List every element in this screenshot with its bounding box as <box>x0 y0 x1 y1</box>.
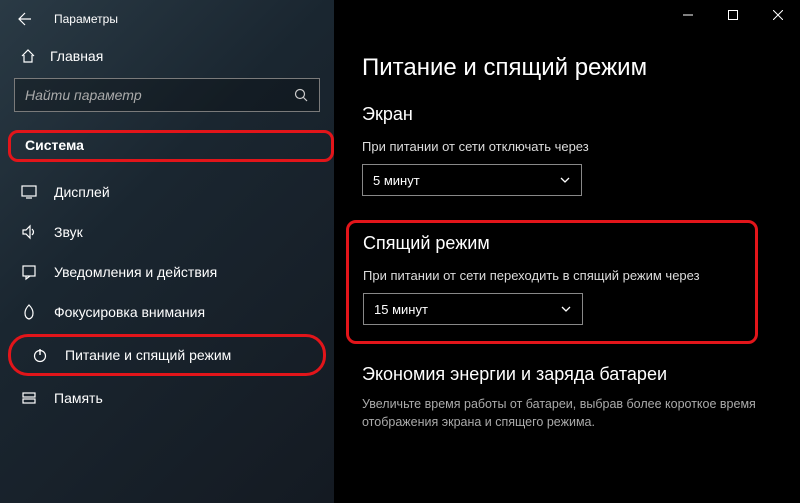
minimize-icon <box>683 10 693 20</box>
maximize-button[interactable] <box>710 0 755 30</box>
sidebar-item-storage[interactable]: Память <box>0 378 334 418</box>
focus-icon <box>20 303 38 321</box>
close-button[interactable] <box>755 0 800 30</box>
sidebar-item-display[interactable]: Дисплей <box>0 172 334 212</box>
battery-heading: Экономия энергии и заряда батареи <box>362 364 772 385</box>
sound-icon <box>20 223 38 241</box>
search-wrap <box>14 78 320 112</box>
sidebar-home-label: Главная <box>50 48 103 64</box>
sidebar-item-label: Дисплей <box>54 184 110 200</box>
battery-section: Экономия энергии и заряда батареи Увелич… <box>362 364 772 431</box>
content-inner: Питание и спящий режим Экран При питании… <box>334 8 800 431</box>
page-title: Питание и спящий режим <box>362 54 772 82</box>
screen-off-label: При питании от сети отключать через <box>362 139 772 154</box>
maximize-icon <box>728 10 738 20</box>
arrow-left-icon <box>17 11 33 27</box>
sidebar-category-label: Система <box>25 137 84 153</box>
sleep-heading: Спящий режим <box>363 233 741 254</box>
sleep-select[interactable]: 15 минут <box>363 293 583 325</box>
close-icon <box>773 10 783 20</box>
chevron-down-icon <box>559 174 571 186</box>
search-input[interactable] <box>14 78 320 112</box>
sidebar-item-label: Питание и спящий режим <box>65 347 231 363</box>
titlebar-label: Параметры <box>54 12 118 26</box>
sidebar-item-label: Память <box>54 390 103 406</box>
storage-icon <box>20 389 38 407</box>
sleep-section: Спящий режим При питании от сети переход… <box>346 220 758 344</box>
sidebar: Параметры Главная Система Дисплей Звук У… <box>0 0 334 503</box>
home-icon <box>20 48 36 64</box>
screen-off-select[interactable]: 5 минут <box>362 164 582 196</box>
sidebar-item-label: Фокусировка внимания <box>54 304 205 320</box>
sleep-label: При питании от сети переходить в спящий … <box>363 268 741 283</box>
sidebar-item-notifications[interactable]: Уведомления и действия <box>0 252 334 292</box>
window-controls <box>665 0 800 30</box>
sidebar-item-label: Звук <box>54 224 83 240</box>
back-button[interactable] <box>10 4 40 34</box>
screen-off-value: 5 минут <box>373 173 420 188</box>
power-icon <box>31 346 49 364</box>
search-field[interactable] <box>25 87 293 103</box>
titlebar: Параметры <box>0 0 334 38</box>
nav-list: Дисплей Звук Уведомления и действия Фоку… <box>0 168 334 418</box>
sleep-value: 15 минут <box>374 302 428 317</box>
minimize-button[interactable] <box>665 0 710 30</box>
chevron-down-icon <box>560 303 572 315</box>
display-icon <box>20 183 38 201</box>
sidebar-item-sound[interactable]: Звук <box>0 212 334 252</box>
search-icon <box>293 87 309 103</box>
screen-heading: Экран <box>362 104 772 125</box>
sidebar-item-label: Уведомления и действия <box>54 264 217 280</box>
sidebar-item-power-sleep[interactable]: Питание и спящий режим <box>8 334 326 376</box>
sidebar-category-system[interactable]: Система <box>8 130 334 162</box>
notifications-icon <box>20 263 38 281</box>
content: Питание и спящий режим Экран При питании… <box>334 0 800 503</box>
battery-desc: Увеличьте время работы от батареи, выбра… <box>362 395 772 431</box>
sidebar-item-focus[interactable]: Фокусировка внимания <box>0 292 334 332</box>
sidebar-home[interactable]: Главная <box>0 38 334 72</box>
